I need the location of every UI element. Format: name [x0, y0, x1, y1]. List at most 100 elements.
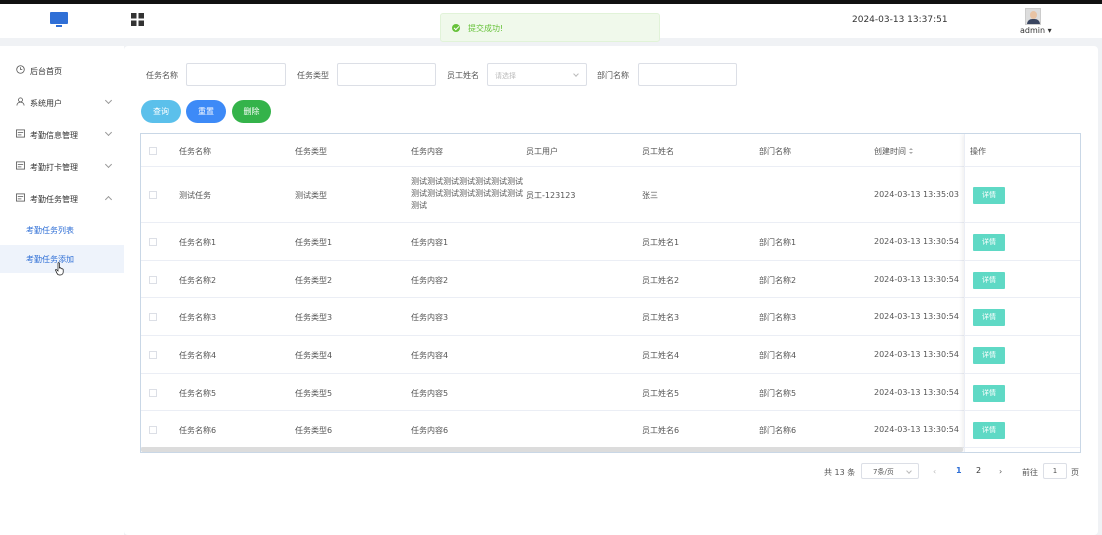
cell-dept: 部门名称2	[759, 276, 797, 285]
list-icon	[16, 161, 25, 170]
th-emp-name: 员工姓名	[642, 147, 674, 156]
table-row: 任务名称3 任务类型3 任务内容3 员工姓名3 部门名称3 2024-03-13 13:3…	[141, 298, 1080, 336]
avatar[interactable]	[1025, 8, 1041, 25]
table-row: 任务名称2 任务类型2 任务内容2 员工姓名2 部门名称2 2024-03-13 13:3…	[141, 261, 1080, 298]
cell-emp-name: 员工姓名4	[642, 351, 680, 360]
user-icon	[16, 97, 25, 106]
next-page-icon[interactable]: ›	[999, 467, 1002, 476]
prev-page-icon[interactable]: ‹	[933, 467, 936, 476]
page-size-select[interactable]: 7条/页	[861, 463, 919, 479]
check-circle-icon	[452, 24, 460, 32]
th-task-name: 任务名称	[179, 147, 211, 156]
sidebar-item-label: 考勤打卡管理	[30, 163, 78, 172]
row-checkbox[interactable]	[149, 276, 157, 284]
main-panel: 任务名称 任务类型 员工姓名 请选择 部门名称 查询 重置 删除 任务名称 任务…	[124, 46, 1098, 535]
employee-name-label: 员工姓名	[447, 71, 479, 80]
list-icon	[16, 193, 25, 202]
chevron-up-icon	[104, 195, 113, 204]
list-icon	[16, 129, 25, 138]
cell-task-type: 任务类型3	[295, 313, 333, 322]
cell-task-name: 任务名称4	[179, 351, 217, 360]
horizontal-scrollbar[interactable]	[141, 447, 963, 452]
row-checkbox[interactable]	[149, 238, 157, 246]
sidebar: 后台首页 系统用户 考勤信息管理 考勤打卡管理 考勤任务管理 考勤任务列表 考勤…	[0, 46, 124, 535]
cell-created: 2024-03-13 13:30:54	[874, 350, 959, 359]
dept-input[interactable]	[638, 63, 737, 86]
cell-task-name: 任务名称2	[179, 276, 217, 285]
th-created-label: 创建时间	[874, 147, 906, 156]
table-row: 任务名称6 任务类型6 任务内容6 员工姓名6 部门名称6 2024-03-13 13:3…	[141, 411, 1080, 448]
sidebar-item-attendance-info[interactable]: 考勤信息管理	[0, 118, 124, 150]
table-header: 任务名称 任务类型 任务内容 员工用户 员工姓名 部门名称 创建时间 操作	[141, 134, 1080, 167]
page-suffix: 页	[1071, 468, 1079, 477]
row-checkbox[interactable]	[149, 389, 157, 397]
cell-task-type: 任务类型4	[295, 351, 333, 360]
reset-button[interactable]: 重置	[186, 100, 226, 123]
cell-task-type: 任务类型2	[295, 276, 333, 285]
dept-label: 部门名称	[597, 71, 629, 80]
page-1[interactable]: 1	[956, 466, 962, 475]
cell-task-content: 任务内容1	[411, 238, 449, 247]
pointer-cursor-icon	[55, 262, 64, 276]
grid-menu-icon[interactable]	[131, 13, 144, 26]
table-row: 任务名称4 任务类型4 任务内容4 员工姓名4 部门名称4 2024-03-13 13:3…	[141, 336, 1080, 374]
chevron-down-icon	[906, 468, 912, 474]
cell-emp-name: 员工姓名5	[642, 389, 680, 398]
goto-page-input[interactable]: 1	[1043, 463, 1067, 479]
cell-task-content: 测试测试测试测试测试测试测试测试测试测试测试测试测试测试测试	[411, 177, 523, 210]
th-emp-user: 员工用户	[526, 147, 558, 156]
row-checkbox[interactable]	[149, 191, 157, 199]
cell-created: 2024-03-13 13:35:03	[874, 190, 959, 199]
cell-dept: 部门名称1	[759, 238, 797, 247]
toast-message: 提交成功!	[468, 24, 504, 33]
row-checkbox[interactable]	[149, 426, 157, 434]
select-placeholder: 请选择	[495, 72, 516, 80]
cell-emp-name: 张三	[642, 191, 658, 200]
query-button[interactable]: 查询	[141, 100, 181, 123]
row-checkbox[interactable]	[149, 313, 157, 321]
sidebar-subitem-task-list[interactable]: 考勤任务列表	[0, 216, 124, 244]
cell-task-name: 测试任务	[179, 191, 211, 200]
cell-task-name: 任务名称1	[179, 238, 217, 247]
row-checkbox[interactable]	[149, 351, 157, 359]
sidebar-item-label: 系统用户	[30, 99, 62, 108]
page-size-value: 7条/页	[873, 468, 894, 476]
sidebar-item-system-users[interactable]: 系统用户	[0, 86, 124, 118]
cell-task-type: 任务类型5	[295, 389, 333, 398]
task-type-label: 任务类型	[297, 71, 329, 80]
sidebar-item-tasks[interactable]: 考勤任务管理	[0, 182, 124, 214]
cell-emp-name: 员工姓名1	[642, 238, 680, 247]
sidebar-item-label: 后台首页	[30, 67, 62, 76]
task-name-input[interactable]	[186, 63, 286, 86]
sidebar-item-home[interactable]: 后台首页	[0, 54, 124, 86]
th-dept: 部门名称	[759, 147, 791, 156]
sidebar-item-label: 考勤任务管理	[30, 195, 78, 204]
sidebar-item-checkin[interactable]: 考勤打卡管理	[0, 150, 124, 182]
cell-task-content: 任务内容3	[411, 313, 449, 322]
chevron-down-icon	[104, 128, 113, 137]
task-type-input[interactable]	[337, 63, 436, 86]
cell-dept: 部门名称3	[759, 313, 797, 322]
cell-created: 2024-03-13 13:30:54	[874, 275, 959, 284]
cell-task-name: 任务名称6	[179, 426, 217, 435]
page-2[interactable]: 2	[976, 466, 981, 475]
cell-task-content: 任务内容4	[411, 351, 449, 360]
user-menu[interactable]: admin ▾	[1020, 26, 1052, 35]
monitor-logo-icon[interactable]	[50, 12, 68, 28]
cell-task-content: 任务内容2	[411, 276, 449, 285]
employee-name-select[interactable]: 请选择	[487, 63, 587, 86]
username[interactable]: admin	[1020, 26, 1045, 35]
select-all-checkbox[interactable]	[149, 147, 157, 155]
cell-task-type: 测试类型	[295, 191, 327, 200]
task-table: 任务名称 任务类型 任务内容 员工用户 员工姓名 部门名称 创建时间 操作 测试…	[140, 133, 1081, 453]
cell-created: 2024-03-13 13:30:54	[874, 388, 959, 397]
delete-button[interactable]: 删除	[232, 100, 271, 123]
sidebar-subitem-label: 考勤任务列表	[26, 226, 74, 235]
chevron-down-icon	[573, 71, 579, 77]
caret-down-icon: ▾	[1047, 26, 1052, 35]
cell-task-content: 任务内容5	[411, 389, 449, 398]
clock-icon	[16, 65, 25, 74]
success-toast: 提交成功!	[440, 13, 660, 42]
sort-icon[interactable]	[909, 148, 914, 155]
th-created[interactable]: 创建时间	[874, 146, 914, 157]
